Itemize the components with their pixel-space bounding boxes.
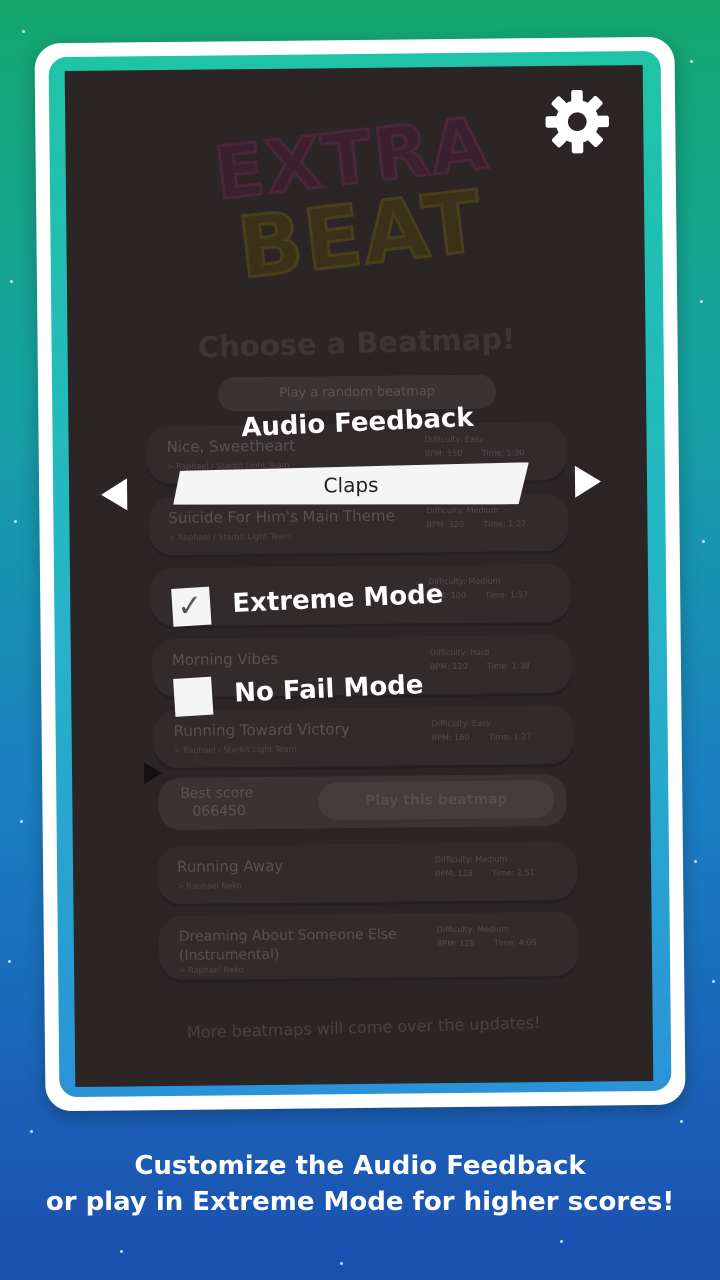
beatmap-difficulty: Difficulty: Easy (431, 718, 491, 729)
beatmap-bpm: BPM: 160 (431, 732, 470, 743)
beatmap-difficulty: Difficulty: Easy (424, 434, 484, 445)
beatmap-name: Suicide For Him's Main Theme (168, 506, 395, 527)
selected-pointer-icon (143, 762, 163, 785)
beatmap-time: Time: 1:38 (486, 661, 530, 671)
beatmap-time: Time: 1:27 (483, 519, 527, 529)
no-fail-mode-checkbox[interactable] (173, 676, 214, 717)
beatmap-artist: > Raphael / Starbit Light Team (173, 744, 297, 755)
extreme-mode-checkbox[interactable]: ✓ (171, 586, 212, 627)
beatmap-bpm: BPM: 128 (436, 938, 475, 949)
beatmap-artist: > Raphael / Starbit Light Team (168, 531, 292, 542)
beatmap-bpm: BPM: 120 (429, 661, 468, 672)
beatmap-card[interactable]: Running Away > Raphael Neko Difficulty: … (156, 841, 578, 905)
beatmap-artist: > Raphael Neko (177, 881, 242, 891)
game-screen: EXTRA BEAT Choose a Beatmap! Play a rand… (64, 65, 654, 1087)
updates-note: More beatmaps will come over the updates… (186, 1013, 541, 1042)
caption-line-2: or play in Extreme Mode for higher score… (45, 1187, 675, 1217)
beatmap-bpm: BPM: 120 (426, 519, 465, 530)
beatmap-artist: > Raphael Neko (179, 965, 244, 975)
gear-icon[interactable] (541, 85, 614, 158)
beatmap-time: Time: 1:57 (485, 590, 529, 600)
caption-line-1: Customize the Audio Feedback (134, 1151, 586, 1181)
beatmap-time: Time: 4:05 (493, 938, 537, 948)
beatmap-name: Running Toward Victory (173, 720, 350, 740)
beatmap-name: Dreaming About Someone Else (Instrumenta… (178, 926, 397, 964)
beatmap-title: Choose a Beatmap! (197, 321, 516, 365)
play-beatmap-button[interactable]: Play this beatmap (318, 779, 555, 821)
beatmap-bpm: BPM: 150 (424, 448, 463, 459)
triangle-left-icon[interactable] (100, 478, 128, 511)
beatmap-difficulty: Difficulty: Medium (434, 854, 508, 865)
beatmap-difficulty: Difficulty: Medium (436, 924, 510, 935)
beatmap-difficulty: Difficulty: Medium (426, 505, 499, 516)
triangle-right-icon[interactable] (574, 465, 602, 498)
beatmap-card[interactable]: Running Toward Victory > Raphael / Starb… (153, 705, 574, 769)
beatmap-time: Time: 2:51 (492, 868, 535, 878)
beatmap-name: Morning Vibes (171, 649, 279, 669)
best-score-label: Best score (180, 785, 254, 802)
selected-beatmap-panel: Best score 066450 Play this beatmap (158, 773, 567, 831)
extra-beat-logo: EXTRA BEAT (188, 98, 524, 299)
beatmap-difficulty: Difficulty: Hard (429, 647, 490, 658)
beatmap-time: Time: 1:30 (481, 448, 525, 458)
promo-caption: Customize the Audio Feedback or play in … (0, 1148, 720, 1220)
beatmap-bpm: BPM: 128 (435, 868, 473, 879)
beatmap-name: Running Away (176, 856, 284, 876)
beatmap-time: Time: 1:27 (488, 732, 532, 742)
check-icon: ✓ (176, 588, 204, 625)
best-score-value: 066450 (192, 803, 246, 820)
beatmap-card[interactable]: Dreaming About Someone Else (Instrumenta… (158, 911, 580, 981)
